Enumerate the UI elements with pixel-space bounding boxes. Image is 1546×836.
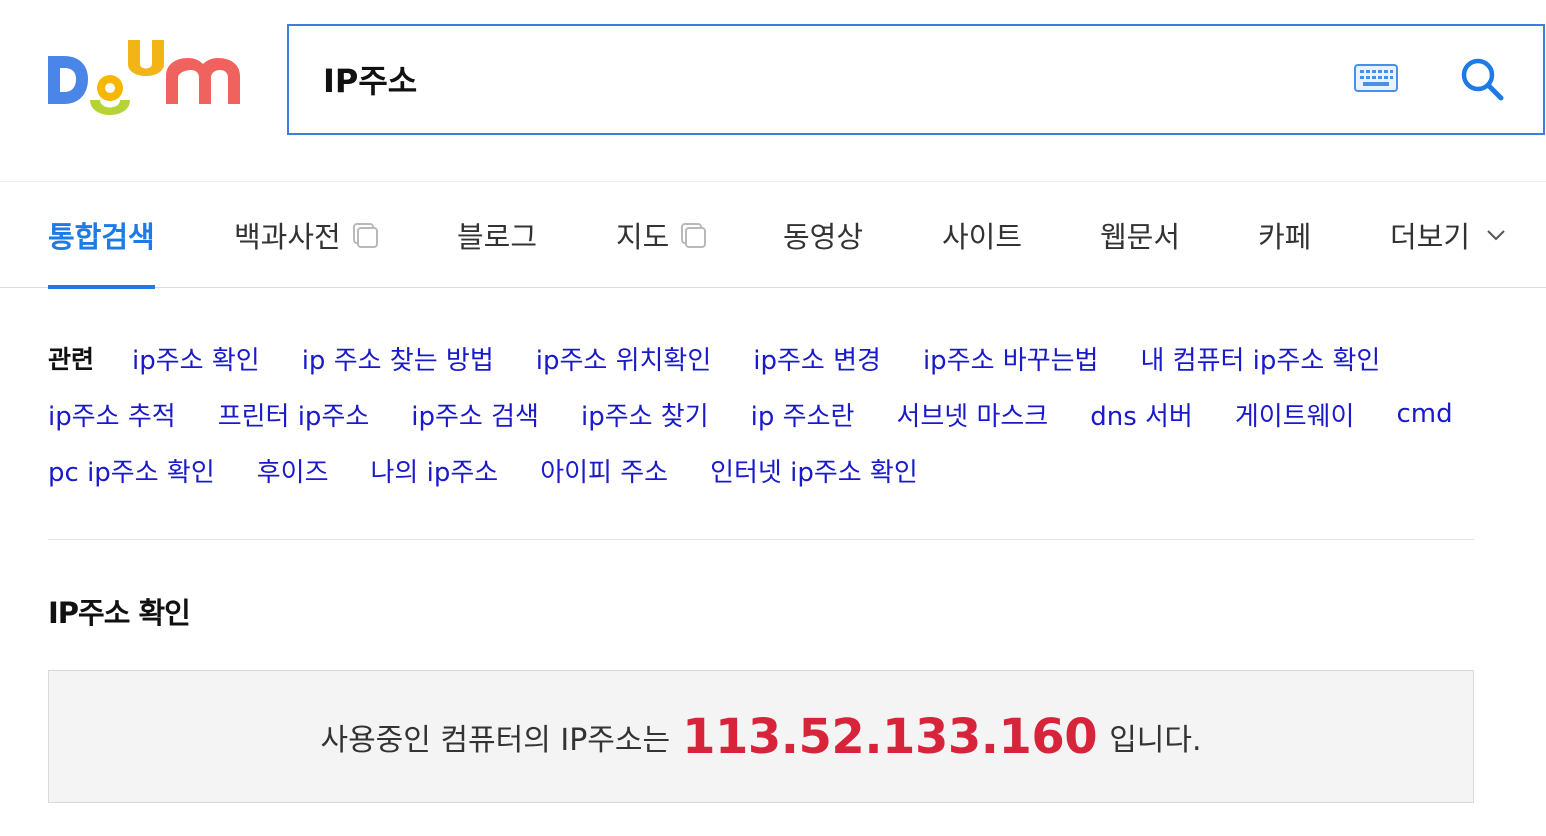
related-search-link[interactable]: ip주소 찾기 bbox=[581, 396, 709, 433]
tab-cafe[interactable]: 카페 bbox=[1258, 182, 1311, 287]
related-search-link[interactable]: ip주소 추적 bbox=[48, 396, 176, 433]
tab-label: 더보기 bbox=[1390, 219, 1471, 254]
related-search-link[interactable]: 게이트웨이 bbox=[1235, 396, 1355, 433]
search-box bbox=[287, 24, 1545, 135]
tab-site[interactable]: 사이트 bbox=[942, 182, 1022, 287]
tab-label: 웹문서 bbox=[1100, 219, 1181, 254]
chevron-down-icon bbox=[1487, 229, 1505, 240]
tab-label: 카페 bbox=[1258, 219, 1312, 254]
keyboard-icon[interactable] bbox=[1353, 62, 1399, 96]
related-search-link[interactable]: cmd bbox=[1396, 399, 1452, 429]
related-search-link[interactable]: 아이피 주소 bbox=[540, 452, 668, 489]
tab-encyclopedia[interactable]: 백과사전 bbox=[234, 182, 379, 287]
search-tab-bar: 통합검색 백과사전 블로그 지도 동영상 사이트 웹문서 카페 더보기 bbox=[0, 182, 1546, 289]
logo-letter-m bbox=[166, 58, 240, 104]
ip-address-value: 113.52.133.160 bbox=[682, 708, 1098, 765]
related-searches: 관련 ip주소 확인 ip 주소 찾는 방법 ip주소 위치확인 ip주소 변경… bbox=[48, 330, 1478, 498]
related-search-link[interactable]: 후이즈 bbox=[257, 452, 329, 489]
tab-video[interactable]: 동영상 bbox=[783, 182, 863, 287]
tab-label: 지도 bbox=[616, 219, 670, 254]
logo-letter-a-arc bbox=[90, 100, 130, 115]
related-search-link[interactable]: ip주소 확인 bbox=[132, 340, 260, 377]
ip-prefix-text: 사용중인 컴퓨터의 IP주소는 bbox=[320, 722, 671, 758]
tab-integrated-search[interactable]: 통합검색 bbox=[48, 182, 155, 289]
tab-label: 백과사전 bbox=[234, 219, 341, 254]
related-search-link[interactable]: ip주소 검색 bbox=[411, 396, 539, 433]
related-search-link[interactable]: 나의 ip주소 bbox=[371, 452, 499, 489]
related-search-link[interactable]: 인터넷 ip주소 확인 bbox=[710, 452, 918, 489]
tab-map[interactable]: 지도 bbox=[616, 182, 707, 287]
related-search-link[interactable]: 프린터 ip주소 bbox=[218, 396, 370, 433]
related-search-link[interactable]: 내 컴퓨터 ip주소 확인 bbox=[1140, 340, 1380, 377]
related-search-link[interactable]: pc ip주소 확인 bbox=[48, 452, 215, 489]
ip-section-title: IP주소 확인 bbox=[48, 596, 191, 630]
related-search-link[interactable]: ip주소 변경 bbox=[753, 340, 881, 377]
search-input[interactable] bbox=[323, 46, 1303, 112]
tab-more[interactable]: 더보기 bbox=[1390, 182, 1508, 287]
related-search-link[interactable]: ip주소 바꾸는법 bbox=[923, 340, 1099, 377]
related-row: ip주소 추적 프린터 ip주소 ip주소 검색 ip주소 찾기 ip 주소란 … bbox=[48, 386, 1478, 442]
related-row: pc ip주소 확인 후이즈 나의 ip주소 아이피 주소 인터넷 ip주소 확… bbox=[48, 442, 1478, 498]
tab-blog[interactable]: 블로그 bbox=[457, 182, 537, 287]
tab-label: 블로그 bbox=[457, 219, 538, 254]
related-row: 관련 ip주소 확인 ip 주소 찾는 방법 ip주소 위치확인 ip주소 변경… bbox=[48, 330, 1478, 386]
search-header bbox=[0, 0, 1546, 182]
related-search-link[interactable]: ip 주소란 bbox=[751, 396, 855, 433]
related-search-link[interactable]: ip주소 위치확인 bbox=[536, 340, 712, 377]
search-icon[interactable] bbox=[1457, 54, 1507, 104]
daum-logo[interactable] bbox=[48, 38, 244, 120]
tab-web-documents[interactable]: 웹문서 bbox=[1100, 182, 1180, 287]
new-window-icon bbox=[352, 222, 378, 248]
related-search-link[interactable]: dns 서버 bbox=[1090, 396, 1193, 433]
related-search-link[interactable]: 서브넷 마스크 bbox=[896, 396, 1048, 433]
ip-result-box: 사용중인 컴퓨터의 IP주소는 113.52.133.160 입니다. bbox=[48, 670, 1474, 803]
section-divider bbox=[48, 539, 1474, 540]
logo-letter-d bbox=[48, 56, 88, 104]
related-search-link[interactable]: ip 주소 찾는 방법 bbox=[302, 340, 494, 377]
tab-label: 사이트 bbox=[942, 219, 1023, 254]
logo-letter-u bbox=[128, 40, 164, 76]
tab-label: 통합검색 bbox=[48, 219, 155, 254]
tab-label: 동영상 bbox=[783, 219, 864, 254]
ip-suffix-text: 입니다. bbox=[1109, 722, 1202, 758]
new-window-icon bbox=[681, 222, 707, 248]
related-title: 관련 bbox=[48, 345, 95, 374]
